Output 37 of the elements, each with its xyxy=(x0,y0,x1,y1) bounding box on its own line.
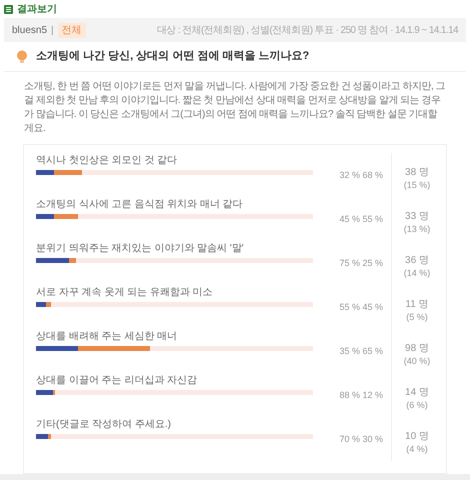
vote-count: 11 명 xyxy=(405,299,429,311)
option-label: 서로 자꾸 계속 웃게 되는 유쾌함과 미소 xyxy=(36,287,214,299)
vote-count: 14 명 xyxy=(405,387,429,399)
list-icon xyxy=(4,4,13,14)
separator: | xyxy=(51,24,54,38)
vote-count: 10 명 xyxy=(405,431,429,443)
vote-share: (15 %) xyxy=(404,179,430,191)
gender-ratio: 75 % 25 % xyxy=(338,257,384,270)
vote-share: (13 %) xyxy=(404,223,430,235)
vote-share: (40 %) xyxy=(404,355,430,367)
vote-share: (5 %) xyxy=(406,311,428,323)
vote-share: (6 %) xyxy=(406,399,428,411)
poll-meta: 대상 : 전체(전체회원) , 성별(전체회원) 투표 · 250 명 참여 · 14.1.9 ~ 14.1.14 xyxy=(156,24,458,38)
author-name: bluesn5 xyxy=(12,24,48,38)
vote-count: 98 명 xyxy=(405,343,429,355)
gender-ratio: 45 % 55 % xyxy=(338,213,384,226)
vote-share: (14 %) xyxy=(404,267,430,279)
vote-share: (4 %) xyxy=(406,443,428,455)
vote-count: 36 명 xyxy=(405,255,429,267)
category-tag: 전체 xyxy=(58,22,86,38)
view-results-link[interactable]: 결과보기 xyxy=(17,2,57,16)
vote-count: 38 명 xyxy=(405,167,429,179)
gender-ratio: 32 % 68 % xyxy=(338,169,384,182)
gender-ratio: 70 % 30 % xyxy=(338,433,384,446)
gender-ratio: 55 % 45 % xyxy=(338,301,384,314)
option-label: 분위기 띄워주는 재치있는 이야기와 말솜씨 '말' xyxy=(36,243,245,255)
option-label: 역시나 첫인상은 외모인 것 같다 xyxy=(36,155,178,167)
gender-ratio: 35 % 65 % xyxy=(338,345,384,358)
option-label: 상대를 이끌어 주는 리더십과 자신감 xyxy=(36,375,198,387)
option-label: 기타(댓글로 작성하여 주세요.) xyxy=(36,419,172,431)
option-label: 상대를 배려해 주는 세심한 매너 xyxy=(36,331,178,343)
question-title: 소개팅에 나간 당신, 상대의 어떤 점에 매력을 느끼나요? xyxy=(36,49,310,64)
lightbulb-icon xyxy=(16,50,28,64)
vote-count: 33 명 xyxy=(405,211,429,223)
gender-ratio: 88 % 12 % xyxy=(338,389,384,402)
question-description: 소개팅, 한 번 쯤 어떤 이야기로든 먼저 말을 꺼냅니다. 사람에게 가장 중요한 건 성품이라고 하지만, 그걸 제외한 첫 만남 후의 이야기입니다. 짧은 첫 만남에선 상대 매력을 먼저로 상대방을 알게 되는 경우가 많습니다. 이 당신은 소개팅에서 그(그녀)의 어떤 점에 매력을 느끼나요? 솔직 담백한 설문 기대할게요. xyxy=(23,80,446,136)
option-label: 소개팅의 식사에 고른 음식점 위치와 매너 같다 xyxy=(36,199,244,211)
